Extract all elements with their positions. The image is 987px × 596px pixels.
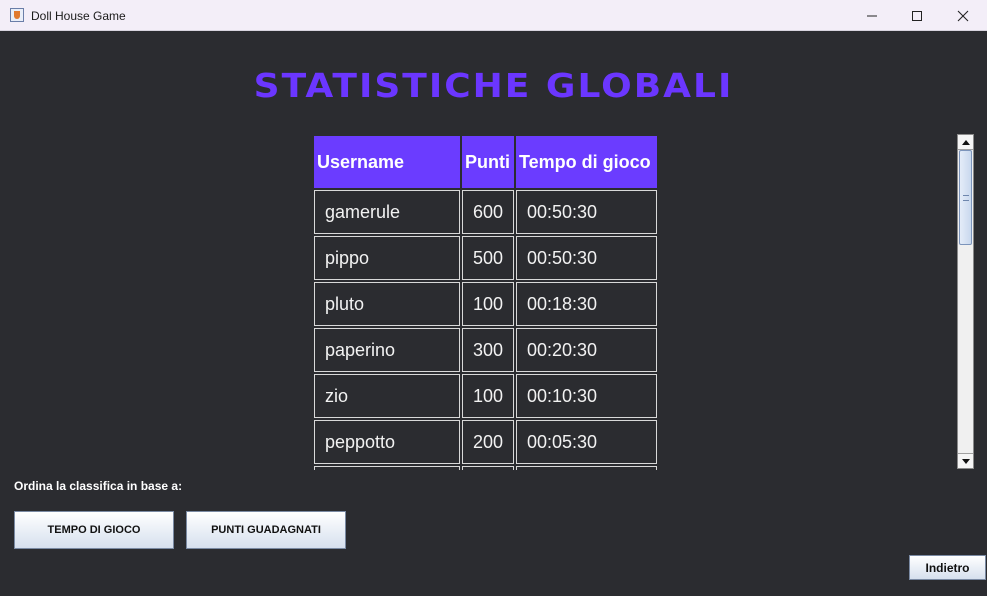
column-header-username[interactable]: Username [314,136,460,188]
cell-points: 100 [462,282,514,326]
stats-table-scroll-area[interactable]: Username Punti Tempo di gioco gamerule 6… [313,135,659,470]
minimize-icon [867,15,877,16]
back-button[interactable]: Indietro [909,555,986,580]
cell-points: 200 [462,420,514,464]
cell-username: peppotto [314,420,460,464]
table-row[interactable]: pluto 100 00:18:30 [314,282,657,326]
java-app-icon [10,8,24,22]
scroll-down-button[interactable] [958,453,973,468]
table-row-partial[interactable] [314,466,657,470]
cell-username: zio [314,374,460,418]
table-row[interactable]: paperino 300 00:20:30 [314,328,657,372]
cell-play-time: 00:20:30 [516,328,657,372]
cell-username [314,466,460,470]
cell-points: 100 [462,374,514,418]
sort-by-time-button[interactable]: TEMPO DI GIOCO [14,511,174,549]
cell-play-time [516,466,657,470]
window-titlebar: Doll House Game [0,0,987,31]
cell-points: 500 [462,236,514,280]
cell-play-time: 00:50:30 [516,190,657,234]
table-row[interactable]: gamerule 600 00:50:30 [314,190,657,234]
cell-play-time: 00:50:30 [516,236,657,280]
cell-points [462,466,514,470]
close-icon [957,10,969,21]
window-title: Doll House Game [31,9,126,23]
maximize-icon [912,10,922,21]
cell-username: paperino [314,328,460,372]
column-header-points[interactable]: Punti [462,136,514,188]
close-button[interactable] [940,0,986,31]
sort-label: Ordina la classifica in base a: [14,479,183,493]
arrow-down-icon [961,458,970,464]
minimize-button[interactable] [849,0,895,31]
column-header-play-time[interactable]: Tempo di gioco [516,136,657,188]
table-row[interactable]: pippo 500 00:50:30 [314,236,657,280]
scroll-up-button[interactable] [958,135,973,150]
cell-username: pluto [314,282,460,326]
table-scrollbar[interactable] [957,134,974,469]
maximize-button[interactable] [894,0,940,31]
cell-play-time: 00:10:30 [516,374,657,418]
table-row[interactable]: peppotto 200 00:05:30 [314,420,657,464]
cell-play-time: 00:05:30 [516,420,657,464]
cell-username: gamerule [314,190,460,234]
cell-points: 600 [462,190,514,234]
cell-points: 300 [462,328,514,372]
table-row[interactable]: zio 100 00:10:30 [314,374,657,418]
cell-play-time: 00:18:30 [516,282,657,326]
cell-username: pippo [314,236,460,280]
scrollbar-thumb[interactable] [959,150,972,245]
arrow-up-icon [961,139,970,145]
table-header-row: Username Punti Tempo di gioco [314,136,657,188]
grip-icon [963,195,969,201]
page-title: STATISTICHE GLOBALI [253,67,734,106]
stats-table: Username Punti Tempo di gioco gamerule 6… [313,135,659,470]
sort-by-points-button[interactable]: PUNTI GUADAGNATI [186,511,346,549]
